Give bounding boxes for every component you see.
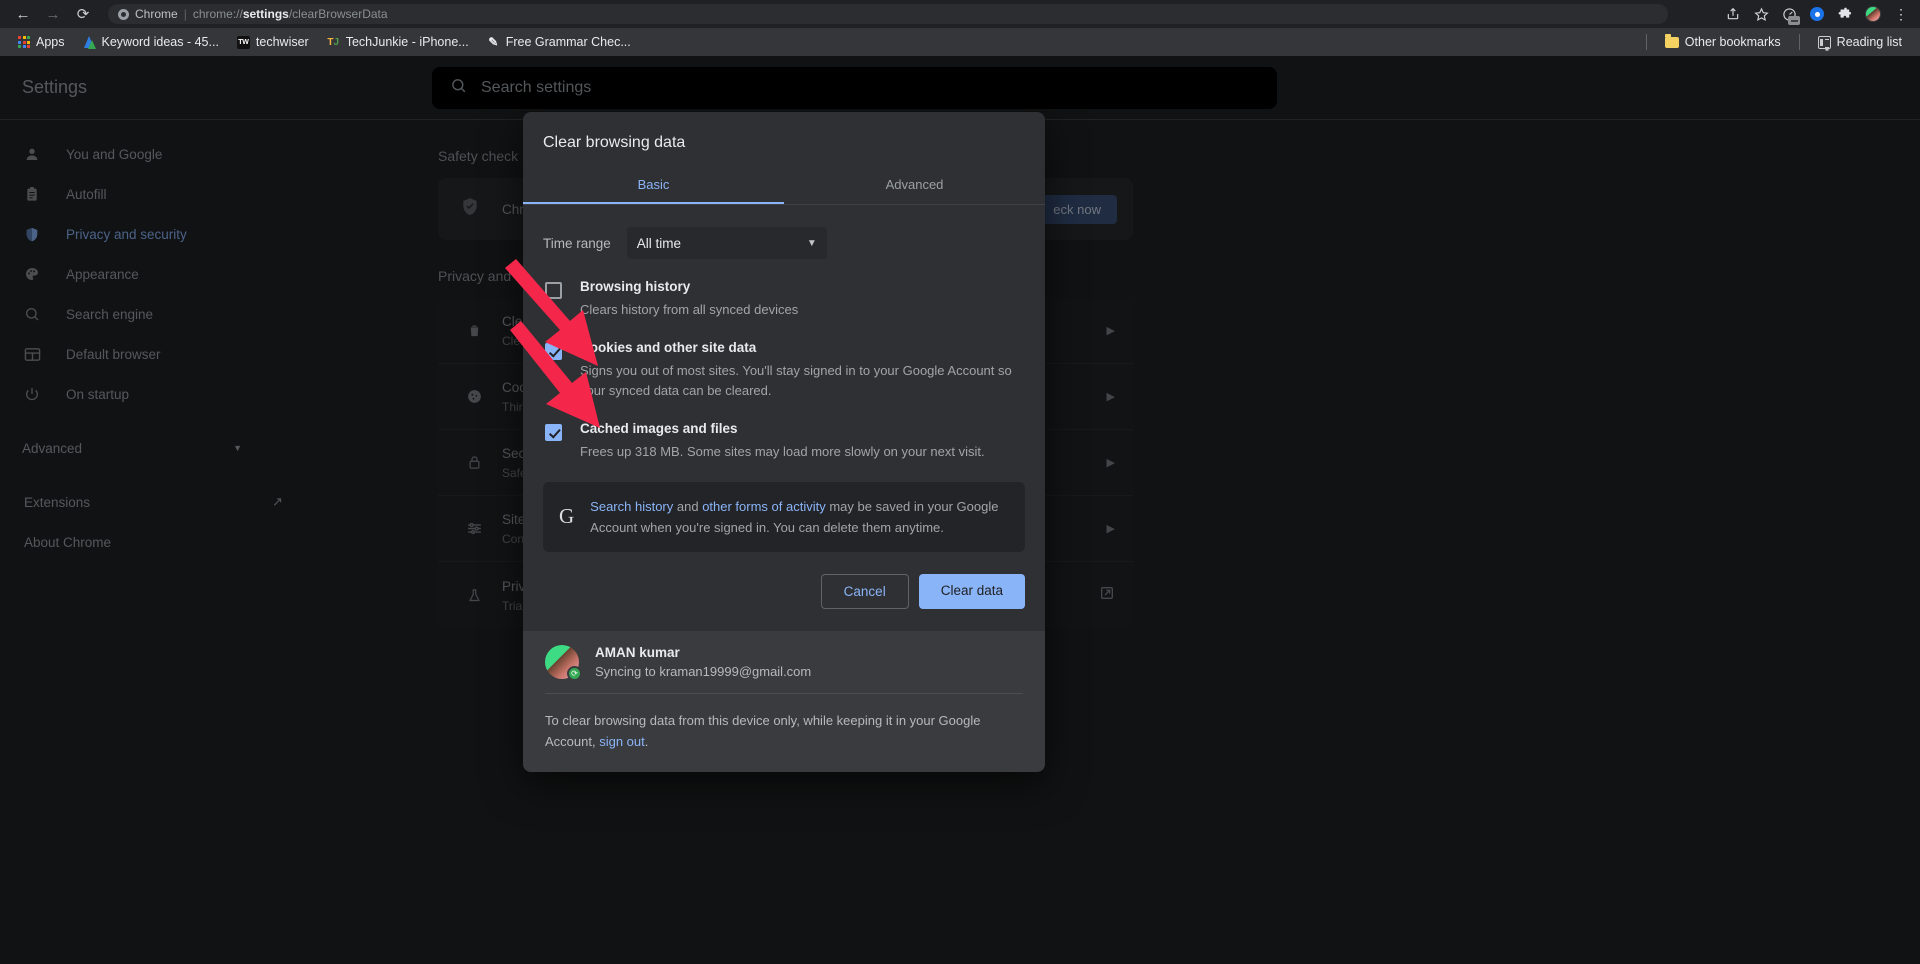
- dialog-footer: To clear browsing data from this device …: [523, 693, 1045, 772]
- time-range-row: Time range All time ▼: [543, 205, 1025, 265]
- other-activity-link[interactable]: other forms of activity: [702, 499, 826, 514]
- share-icon[interactable]: [1720, 3, 1746, 25]
- google-note-mid: and: [673, 499, 703, 514]
- time-range-value: All time: [636, 235, 682, 251]
- account-info: AMAN kumar Syncing to kraman19999@gmail.…: [595, 645, 811, 679]
- option-text: Browsing history Clears history from all…: [580, 279, 798, 320]
- cancel-button[interactable]: Cancel: [820, 574, 909, 609]
- option-sub: Frees up 318 MB. Some sites may load mor…: [580, 444, 985, 459]
- omnibox-separator: |: [183, 7, 187, 21]
- option-text: Cached images and files Frees up 318 MB.…: [580, 421, 985, 462]
- bookmark-item[interactable]: ✎ Free Grammar Chec...: [479, 32, 639, 52]
- google-account-note: G Search history and other forms of acti…: [543, 482, 1025, 552]
- sync-badge-icon: ⟳: [567, 666, 582, 681]
- bookmark-item[interactable]: TJ TechJunkie - iPhone...: [319, 32, 477, 52]
- bookmark-item[interactable]: Keyword ideas - 45...: [75, 32, 227, 52]
- account-row: ⟳ AMAN kumar Syncing to kraman19999@gmai…: [523, 631, 1045, 693]
- techjunkie-icon: TJ: [327, 36, 340, 48]
- browser-toolbar: ← → ⟳ Chrome | chrome://settings/clearBr…: [0, 0, 1920, 28]
- browser-window: ← → ⟳ Chrome | chrome://settings/clearBr…: [0, 0, 1920, 964]
- forward-button[interactable]: →: [38, 1, 68, 27]
- divider: [1645, 34, 1647, 50]
- option-cookies[interactable]: Cookies and other site data Signs you ou…: [543, 326, 1025, 407]
- bookmark-star-icon[interactable]: [1748, 3, 1774, 25]
- footer-text-after: .: [644, 734, 649, 749]
- account-name: AMAN kumar: [595, 645, 680, 660]
- blue-circle-icon[interactable]: [1804, 3, 1830, 25]
- time-range-label: Time range: [543, 235, 611, 251]
- google-g-icon: G: [559, 504, 575, 528]
- dialog-tabs: Basic Advanced: [523, 166, 1045, 205]
- techwiser-icon: TW: [236, 35, 250, 49]
- option-text: Cookies and other site data Signs you ou…: [580, 340, 1022, 401]
- address-bar[interactable]: Chrome | chrome://settings/clearBrowserD…: [108, 4, 1668, 24]
- option-title: Cookies and other site data: [580, 340, 757, 355]
- profile-avatar[interactable]: [1860, 3, 1886, 25]
- omnibox-site-label: Chrome: [135, 7, 178, 21]
- tab-advanced[interactable]: Advanced: [784, 166, 1045, 204]
- folder-icon: [1664, 33, 1679, 48]
- chrome-menu-icon[interactable]: ⋮: [1888, 3, 1914, 25]
- keyword-planner-icon: [83, 35, 96, 49]
- option-browsing-history[interactable]: Browsing history Clears history from all…: [543, 265, 1025, 326]
- reading-list-label: Reading list: [1836, 35, 1902, 49]
- dialog-actions: Cancel Clear data: [523, 552, 1045, 631]
- other-bookmarks-folder[interactable]: Other bookmarks: [1657, 32, 1789, 52]
- reading-list-icon: [1817, 35, 1831, 49]
- divider: [1798, 34, 1800, 50]
- grammarly-icon: ✎: [488, 35, 499, 49]
- omnibox-url: chrome://settings/clearBrowserData: [192, 7, 388, 21]
- speedometer-badge: [1788, 16, 1800, 25]
- dialog-title: Clear browsing data: [543, 134, 686, 151]
- chevron-down-icon: ▼: [806, 237, 817, 249]
- checkbox-cookies[interactable]: [545, 343, 562, 360]
- bookmark-label: techwiser: [255, 35, 309, 49]
- back-button[interactable]: ←: [8, 1, 38, 27]
- bookmark-label: Free Grammar Chec...: [505, 35, 631, 49]
- option-title: Cached images and files: [580, 421, 738, 436]
- reload-button[interactable]: ⟳: [68, 1, 98, 27]
- dialog-body: Time range All time ▼ Browsing history C…: [523, 205, 1045, 552]
- bookmarks-bar: Apps Keyword ideas - 45... TW techwiser …: [0, 28, 1920, 56]
- apps-label: Apps: [36, 35, 65, 49]
- option-sub: Clears history from all synced devices: [580, 302, 799, 317]
- google-note-text: Search history and other forms of activi…: [590, 496, 1009, 538]
- checkbox-cached-images[interactable]: [545, 424, 562, 441]
- time-range-select[interactable]: All time ▼: [626, 227, 827, 259]
- option-cached-images[interactable]: Cached images and files Frees up 318 MB.…: [543, 407, 1025, 468]
- search-history-link[interactable]: Search history: [590, 499, 673, 514]
- tab-basic[interactable]: Basic: [523, 166, 784, 204]
- bookmark-item[interactable]: TW techwiser: [229, 32, 317, 52]
- option-title: Browsing history: [580, 279, 691, 294]
- avatar: ⟳: [545, 645, 582, 681]
- bookmark-label: Keyword ideas - 45...: [101, 35, 219, 49]
- extensions-puzzle-icon[interactable]: [1832, 3, 1858, 25]
- bookmark-label: TechJunkie - iPhone...: [345, 35, 469, 49]
- reading-list-button[interactable]: Reading list: [1810, 32, 1910, 52]
- option-sub: Signs you out of most sites. You'll stay…: [580, 363, 1012, 398]
- apps-grid-icon: [18, 36, 30, 48]
- checkbox-browsing-history[interactable]: [545, 282, 562, 299]
- sign-out-link[interactable]: sign out: [599, 734, 645, 749]
- bookmarks-bar-right: Other bookmarks Reading list: [1638, 32, 1920, 52]
- speedometer-icon[interactable]: [1776, 3, 1802, 25]
- account-sync-text: Syncing to kraman19999@gmail.com: [595, 664, 812, 679]
- divider: [545, 693, 1023, 694]
- toolbar-actions: ⋮: [1720, 3, 1920, 25]
- clear-data-button[interactable]: Clear data: [918, 574, 1025, 609]
- chrome-page-icon: [118, 8, 129, 20]
- other-bookmarks-label: Other bookmarks: [1684, 35, 1781, 49]
- clear-browsing-data-dialog: Clear browsing data Basic Advanced Time …: [523, 112, 1045, 772]
- footer-text: To clear browsing data from this device …: [545, 710, 1023, 752]
- apps-shortcut[interactable]: Apps: [10, 32, 73, 52]
